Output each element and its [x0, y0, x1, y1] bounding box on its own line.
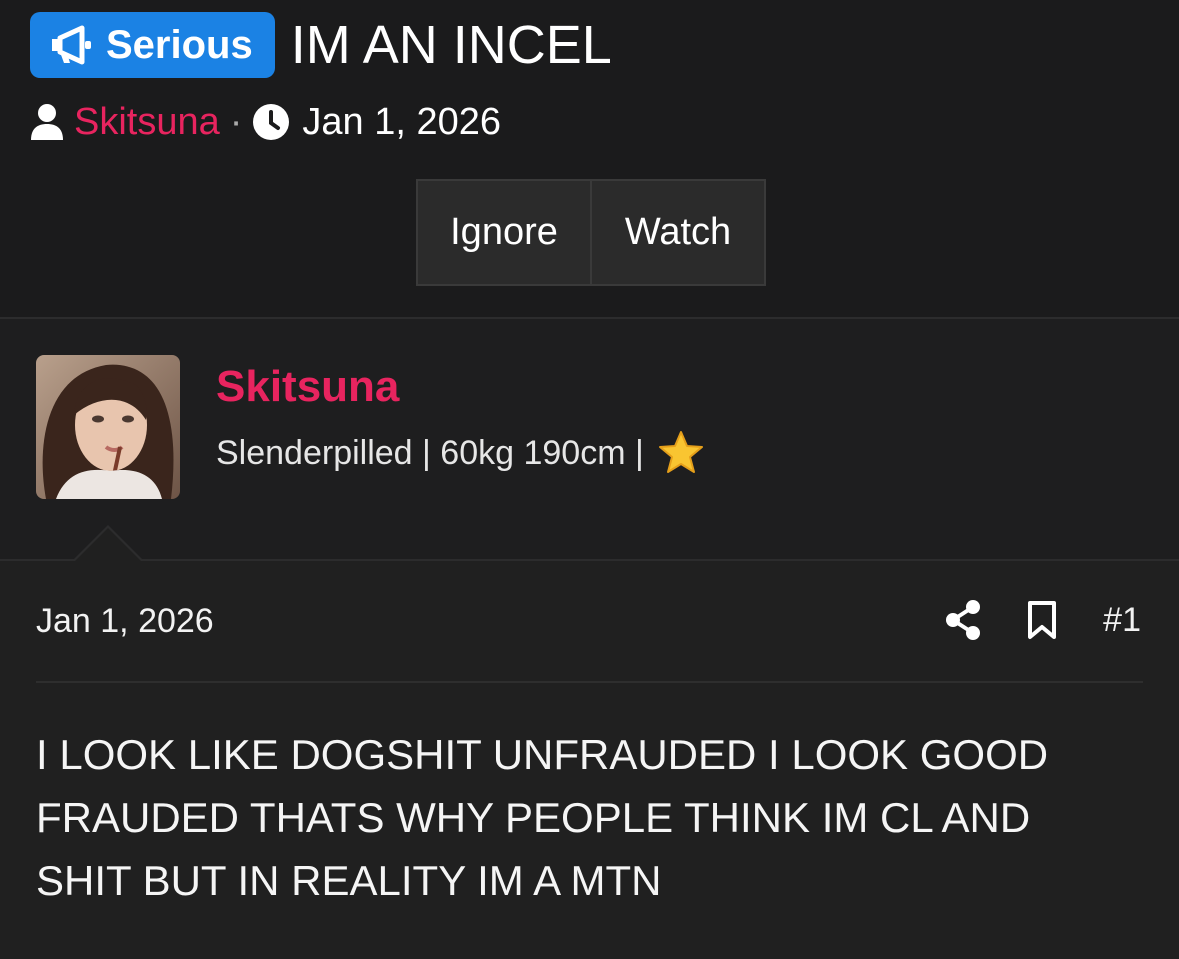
post-message: Jan 1, 2026 #1 I LOOK LIKE DOGSHIT UNFRA… [0, 561, 1179, 959]
user-icon [31, 104, 63, 140]
divider [36, 681, 1143, 683]
post-date[interactable]: Jan 1, 2026 [36, 599, 214, 643]
thread-header: Serious IM AN INCEL Skitsuna · Jan 1, 20… [0, 0, 1179, 317]
post-username[interactable]: Skitsuna [216, 359, 399, 415]
watch-button[interactable]: Watch [592, 181, 764, 284]
bookmark-icon[interactable] [1027, 600, 1057, 640]
ignore-button[interactable]: Ignore [418, 181, 592, 284]
post-user-block: Skitsuna Slenderpilled | 60kg 190cm | [0, 319, 1179, 559]
prefix-label: Serious [106, 22, 253, 67]
thread-title: IM AN INCEL [290, 15, 612, 75]
share-icon[interactable] [945, 600, 981, 640]
avatar-image [36, 355, 180, 499]
avatar[interactable] [36, 355, 180, 499]
user-title: Slenderpilled | 60kg 190cm | [216, 429, 704, 477]
thread-meta: Skitsuna · Jan 1, 2026 [30, 100, 501, 144]
title-row: Serious IM AN INCEL [30, 12, 612, 78]
meta-separator: · [229, 100, 243, 143]
star-icon [658, 431, 703, 473]
thread-action-buttons: Ignore Watch [416, 179, 766, 286]
megaphone-icon [52, 25, 91, 65]
prefix-badge[interactable]: Serious [30, 12, 275, 78]
message-arrow-inner [74, 528, 142, 562]
clock-icon [253, 104, 290, 140]
user-title-text: Slenderpilled | 60kg 190cm | [216, 434, 644, 472]
post-actions: #1 [945, 597, 1141, 643]
thread-date[interactable]: Jan 1, 2026 [302, 101, 501, 144]
post-number-link[interactable]: #1 [1103, 601, 1141, 640]
post-body: I LOOK LIKE DOGSHIT UNFRAUDED I LOOK GOO… [36, 731, 1049, 904]
thread-author-link[interactable]: Skitsuna [74, 101, 220, 144]
